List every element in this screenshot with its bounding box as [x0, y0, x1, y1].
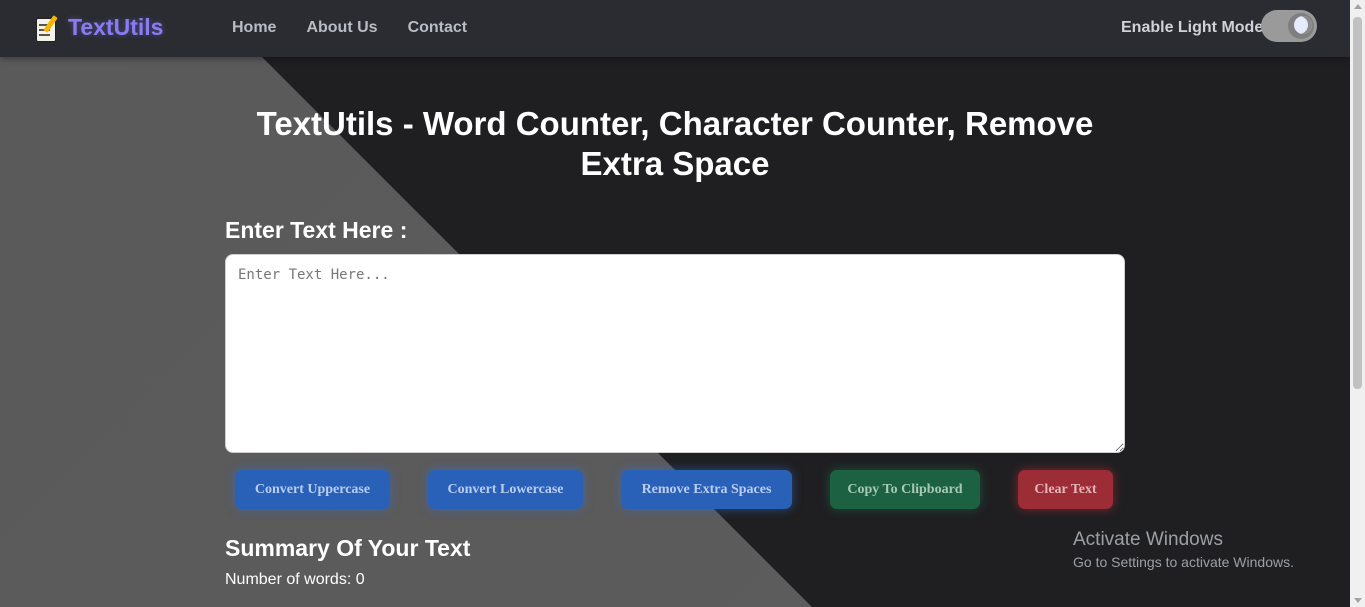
input-label: Enter Text Here :: [225, 217, 408, 243]
scrollbar[interactable]: [1350, 0, 1365, 607]
mode-toggle-label: Enable Light Mode: [1121, 19, 1264, 36]
brand[interactable]: TextUtils: [34, 14, 163, 42]
word-count: Number of words: 0: [225, 571, 365, 588]
nav-links: Home About Us Contact: [232, 19, 497, 37]
memo-icon: [34, 14, 58, 42]
moon-icon: [1294, 16, 1312, 34]
nav-link-contact[interactable]: Contact: [408, 19, 468, 37]
summary-title: Summary Of Your Text: [225, 535, 471, 561]
nav-link-home[interactable]: Home: [232, 19, 276, 37]
watermark-subtitle: Go to Settings to activate Windows.: [1073, 554, 1294, 570]
scroll-down-icon[interactable]: [1354, 598, 1362, 603]
brand-name[interactable]: TextUtils: [68, 14, 163, 41]
watermark-title: Activate Windows: [1073, 529, 1223, 550]
remove-extra-spaces-button[interactable]: Remove Extra Spaces: [621, 470, 792, 509]
copy-to-clipboard-button[interactable]: Copy To Clipboard: [830, 470, 980, 509]
text-input[interactable]: [225, 254, 1125, 453]
activate-windows-watermark: Activate Windows Go to Settings to activ…: [1073, 529, 1294, 570]
convert-uppercase-button[interactable]: Convert Uppercase: [235, 470, 390, 509]
page-title: TextUtils - Word Counter, Character Coun…: [256, 105, 1094, 182]
navbar: TextUtils Home About Us Contact Enable L…: [0, 0, 1350, 57]
convert-lowercase-button[interactable]: Convert Lowercase: [428, 470, 583, 509]
nav-link-about[interactable]: About Us: [306, 19, 377, 37]
light-mode-toggle[interactable]: [1261, 10, 1317, 42]
scroll-up-icon[interactable]: [1354, 4, 1362, 9]
clear-text-button[interactable]: Clear Text: [1018, 470, 1113, 509]
scrollbar-thumb[interactable]: [1353, 17, 1362, 389]
